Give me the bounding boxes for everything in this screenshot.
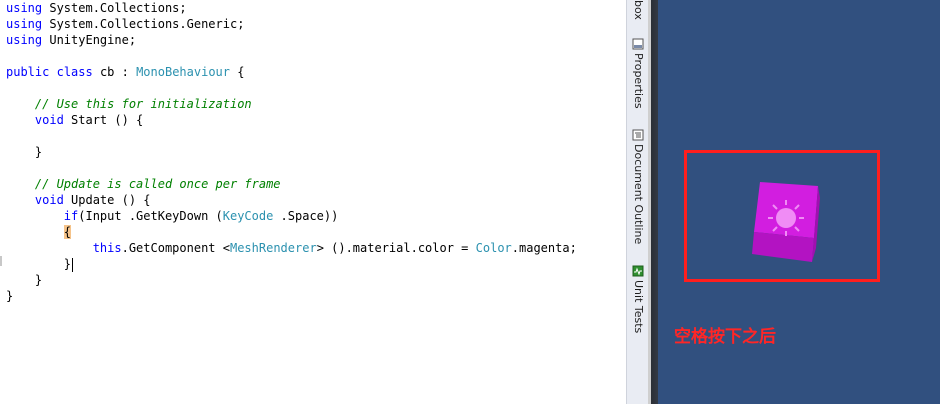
code-line[interactable]: if(Input .GetKeyDown (KeyCode .Space)) [6, 208, 339, 224]
code-line[interactable]: using System.Collections; [6, 0, 187, 16]
change-marker [0, 256, 2, 266]
code-token: class [56, 65, 93, 79]
code-line[interactable]: void Update () { [6, 192, 151, 208]
code-token: KeyCode [222, 209, 274, 223]
code-editor[interactable]: using System.Collections; using System.Co… [0, 0, 626, 404]
code-token: } [6, 257, 72, 271]
code-token: { [63, 225, 72, 239]
splitter-bar[interactable] [648, 0, 658, 404]
code-token: .magenta; [511, 241, 577, 255]
code-token: void [34, 193, 64, 207]
code-token: } [6, 273, 43, 287]
code-token: void [34, 113, 64, 127]
code-line[interactable]: { [6, 224, 72, 240]
code-line[interactable]: public class cb : MonoBehaviour { [6, 64, 244, 80]
code-token: .GetComponent < [121, 241, 230, 255]
code-line[interactable]: // Update is called once per frame [6, 176, 281, 192]
code-token: { [230, 65, 245, 79]
tool-window-strip: box Properties Document Outline Unit Tes… [626, 0, 648, 404]
code-token: } [6, 145, 43, 159]
caption-text: 空格按下之后 [674, 327, 776, 347]
code-token: System.Collections; [42, 1, 187, 15]
code-token: MeshRenderer [229, 241, 317, 255]
code-line[interactable]: using UnityEngine; [6, 32, 136, 48]
code-token: public [6, 65, 50, 79]
code-line[interactable]: } [6, 256, 74, 272]
code-token: // Update is called once per frame [6, 177, 281, 191]
code-line[interactable]: // Use this for initialization [6, 96, 252, 112]
tab-unit-tests[interactable]: Unit Tests [627, 265, 649, 333]
code-token: cb : [92, 65, 137, 79]
code-token: using [6, 1, 43, 15]
code-token: Start () { [63, 113, 144, 127]
code-token: this [92, 241, 122, 255]
cube-object [746, 178, 826, 266]
tab-document-outline-label: Document Outline [632, 144, 645, 245]
document-outline-icon [632, 129, 644, 141]
tab-unit-tests-label: Unit Tests [632, 280, 645, 334]
magenta-cube-icon [752, 182, 820, 262]
code-token: MonoBehaviour [136, 65, 230, 79]
tab-toolbox-label: box [632, 0, 645, 20]
unit-tests-icon [632, 265, 644, 277]
tab-properties-label: Properties [632, 53, 645, 109]
code-token: > ().material.color = [316, 241, 476, 255]
code-line[interactable]: using System.Collections.Generic; [6, 16, 244, 32]
code-token: (Input .GetKeyDown ( [78, 209, 223, 223]
code-token: } [6, 289, 14, 303]
code-token: UnityEngine; [42, 33, 137, 47]
tab-document-outline[interactable]: Document Outline [627, 129, 649, 244]
code-token: // Use this for initialization [6, 97, 252, 111]
properties-icon [632, 38, 644, 50]
text-caret [72, 257, 74, 272]
tab-toolbox[interactable]: box [627, 0, 649, 20]
code-token: if [63, 209, 79, 223]
code-token: using [6, 17, 43, 31]
code-line[interactable]: } [6, 288, 13, 304]
code-line[interactable]: this.GetComponent <MeshRenderer> ().mate… [6, 240, 577, 256]
code-line[interactable]: } [6, 144, 42, 160]
tab-properties[interactable]: Properties [627, 38, 649, 109]
code-token: .Space)) [273, 209, 339, 223]
code-token: using [6, 33, 43, 47]
code-line[interactable]: } [6, 272, 42, 288]
code-line[interactable]: void Start () { [6, 112, 143, 128]
code-token: System.Collections.Generic; [42, 17, 245, 31]
code-token: Color [475, 241, 512, 255]
code-token: Update () { [63, 193, 151, 207]
